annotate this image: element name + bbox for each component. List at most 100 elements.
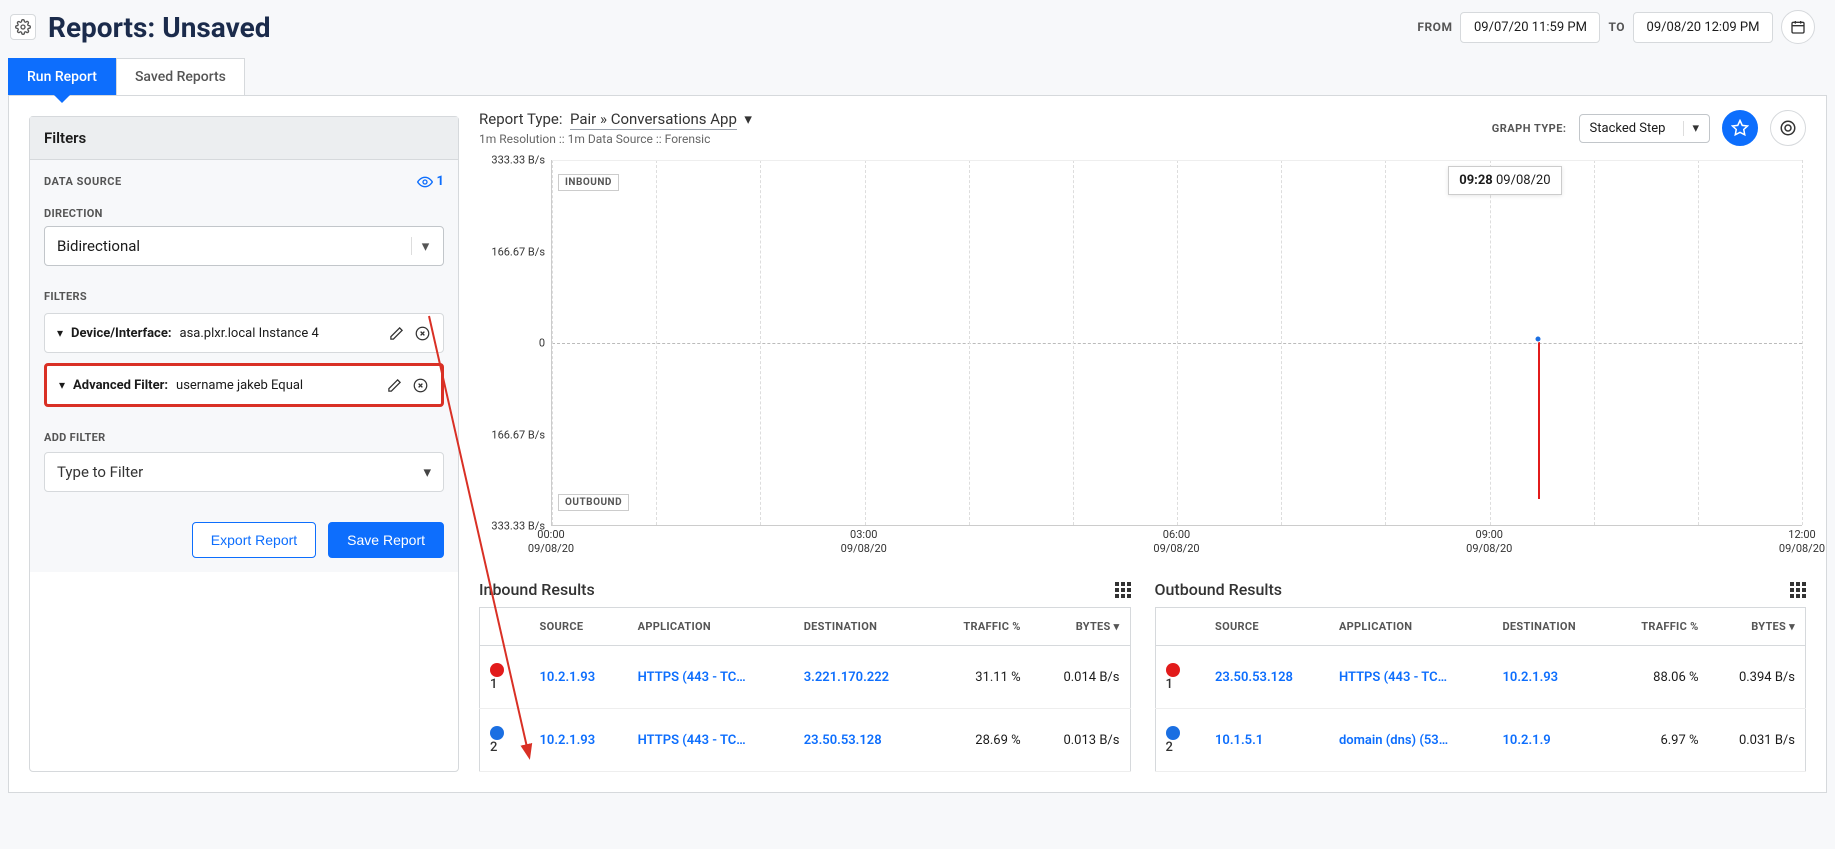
col-traffic[interactable]: TRAFFIC % [930, 608, 1030, 646]
filters-header: Filters [30, 117, 458, 160]
col-destination[interactable]: DESTINATION [794, 608, 931, 646]
save-report-button[interactable]: Save Report [328, 522, 444, 558]
eye-icon [417, 176, 433, 188]
inbound-results: Inbound Results SOURCE APPLICATION DESTI… [479, 580, 1131, 772]
data-source-label: DATA SOURCE [44, 175, 122, 188]
data-source-count[interactable]: 1 [417, 174, 444, 189]
y-tick: 166.67 B/s [491, 245, 545, 258]
remove-icon[interactable] [413, 324, 431, 342]
add-filter-placeholder: Type to Filter [57, 463, 143, 481]
row-index: 1 [490, 677, 497, 692]
cell-traffic: 28.69 % [930, 709, 1030, 772]
table-row[interactable]: 1 23.50.53.128 HTTPS (443 - TC… 10.2.1.9… [1155, 646, 1806, 709]
graph-type-select[interactable]: Stacked Step ▾ [1579, 114, 1710, 143]
x-tick: 09:0009/08/20 [1466, 528, 1512, 557]
cell-destination[interactable]: 3.221.170.222 [794, 646, 931, 709]
y-tick: 0 [539, 337, 545, 350]
chevron-down-icon: ▾ [744, 110, 752, 128]
series-color-dot [1166, 726, 1180, 740]
col-application[interactable]: APPLICATION [1329, 608, 1493, 646]
calendar-icon[interactable] [1781, 10, 1815, 44]
favorite-button[interactable] [1722, 110, 1758, 146]
data-point [1535, 335, 1542, 342]
chevron-down-icon: ▾ [57, 326, 63, 340]
grid-menu-icon[interactable] [1790, 582, 1806, 598]
series-color-dot [490, 663, 504, 677]
chevron-down-icon: ▾ [1683, 121, 1699, 136]
outbound-results: Outbound Results SOURCE APPLICATION DEST… [1155, 580, 1807, 772]
report-type-value[interactable]: Pair » Conversations App [570, 110, 737, 130]
filter-name: Advanced Filter: [73, 378, 168, 393]
table-row[interactable]: 2 10.1.5.1 domain (dns) (53… 10.2.1.9 6.… [1155, 709, 1806, 772]
edit-icon[interactable] [387, 324, 405, 342]
x-tick: 03:0009/08/20 [841, 528, 887, 557]
cell-source[interactable]: 10.1.5.1 [1205, 709, 1329, 772]
report-type[interactable]: Report Type: Pair » Conversations App ▾ [479, 110, 752, 128]
data-spike [1538, 339, 1540, 500]
x-tick: 06:0009/08/20 [1153, 528, 1199, 557]
cell-destination[interactable]: 23.50.53.128 [794, 709, 931, 772]
table-row[interactable]: 1 10.2.1.93 HTTPS (443 - TC… 3.221.170.2… [480, 646, 1131, 709]
chevron-down-icon: ▾ [423, 463, 431, 481]
series-color-dot [490, 726, 504, 740]
row-index: 1 [1166, 677, 1173, 692]
col-source[interactable]: SOURCE [1205, 608, 1329, 646]
from-date-input[interactable]: 09/07/20 11:59 PM [1460, 12, 1600, 43]
cell-bytes: 0.014 B/s [1031, 646, 1130, 709]
report-meta: 1m Resolution :: 1m Data Source :: Foren… [479, 132, 752, 146]
row-index: 2 [490, 740, 497, 755]
cell-destination[interactable]: 10.2.1.9 [1492, 709, 1610, 772]
x-tick: 12:0009/08/20 [1779, 528, 1825, 557]
date-range: FROM 09/07/20 11:59 PM TO 09/08/20 12:09… [1417, 10, 1815, 44]
filter-name: Device/Interface: [71, 326, 171, 341]
col-destination[interactable]: DESTINATION [1492, 608, 1610, 646]
filter-value: username jakeb Equal [176, 378, 303, 393]
col-source[interactable]: SOURCE [530, 608, 628, 646]
outbound-results-title: Outbound Results [1155, 580, 1283, 599]
col-bytes[interactable]: BYTES ▾ [1709, 608, 1806, 646]
export-report-button[interactable]: Export Report [192, 522, 316, 558]
table-row[interactable]: 2 10.2.1.93 HTTPS (443 - TC… 23.50.53.12… [480, 709, 1131, 772]
cell-destination[interactable]: 10.2.1.93 [1492, 646, 1610, 709]
col-bytes[interactable]: BYTES ▾ [1031, 608, 1130, 646]
direction-value: Bidirectional [57, 237, 140, 255]
cell-bytes: 0.013 B/s [1031, 709, 1130, 772]
direction-label: DIRECTION [44, 207, 444, 220]
remove-icon[interactable] [411, 376, 429, 394]
tab-saved-reports[interactable]: Saved Reports [116, 58, 245, 95]
col-traffic[interactable]: TRAFFIC % [1611, 608, 1709, 646]
y-tick: 166.67 B/s [491, 428, 545, 441]
star-icon [1731, 119, 1749, 137]
filter-advanced[interactable]: ▾ Advanced Filter: username jakeb Equal [44, 363, 444, 407]
chart[interactable]: 333.33 B/s166.67 B/s0166.67 B/s333.33 B/… [479, 160, 1806, 560]
edit-icon[interactable] [385, 376, 403, 394]
chart-plot-area[interactable]: INBOUND OUTBOUND 09:28 09/08/20 [551, 160, 1802, 526]
add-filter-label: ADD FILTER [44, 431, 444, 444]
cell-application[interactable]: domain (dns) (53… [1329, 709, 1493, 772]
cell-application[interactable]: HTTPS (443 - TC… [628, 646, 794, 709]
tab-run-report[interactable]: Run Report [8, 58, 116, 95]
report-area: Report Type: Pair » Conversations App ▾ … [479, 96, 1826, 792]
add-filter-input[interactable]: Type to Filter ▾ [44, 452, 444, 492]
gear-icon[interactable] [10, 14, 36, 40]
direction-select[interactable]: Bidirectional ▾ [44, 226, 444, 266]
cell-traffic: 88.06 % [1611, 646, 1709, 709]
refresh-button[interactable] [1770, 110, 1806, 146]
target-icon [1779, 119, 1797, 137]
cell-application[interactable]: HTTPS (443 - TC… [1329, 646, 1493, 709]
cell-source[interactable]: 10.2.1.93 [530, 709, 628, 772]
cell-source[interactable]: 10.2.1.93 [530, 646, 628, 709]
filters-panel: Filters DATA SOURCE 1 DIRECTION Bidirect… [29, 116, 459, 772]
sort-desc-icon: ▾ [1789, 620, 1795, 633]
to-date-input[interactable]: 09/08/20 12:09 PM [1633, 12, 1773, 43]
series-color-dot [1166, 663, 1180, 677]
tabs: Run Report Saved Reports [0, 44, 1835, 95]
cell-application[interactable]: HTTPS (443 - TC… [628, 709, 794, 772]
col-application[interactable]: APPLICATION [628, 608, 794, 646]
main-content: Filters DATA SOURCE 1 DIRECTION Bidirect… [8, 95, 1827, 793]
filter-device-interface[interactable]: ▾ Device/Interface: asa.plxr.local Insta… [44, 313, 444, 353]
cell-source[interactable]: 23.50.53.128 [1205, 646, 1329, 709]
inbound-results-title: Inbound Results [479, 580, 595, 599]
row-index: 2 [1166, 740, 1173, 755]
grid-menu-icon[interactable] [1115, 582, 1131, 598]
